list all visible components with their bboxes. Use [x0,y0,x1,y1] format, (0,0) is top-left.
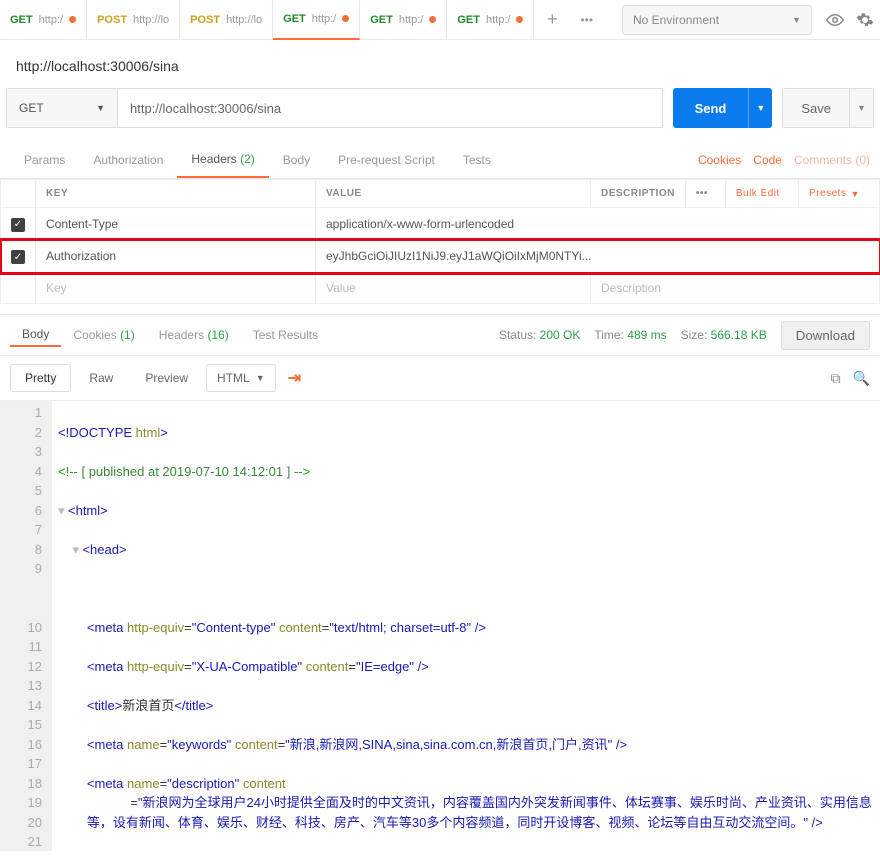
size-value: 566.18 KB [711,328,767,342]
settings-gear-icon[interactable] [850,5,880,35]
request-tab[interactable]: POSThttp://lo [87,0,180,40]
header-row[interactable]: ✓ Content-Type application/x-www-form-ur… [1,208,880,241]
request-tab[interactable]: GEThttp:/ [0,0,87,40]
status-value: 200 OK [540,328,581,342]
save-button[interactable]: Save [782,88,850,128]
request-tab[interactable]: GEThttp:/ [447,0,534,40]
wrap-lines-icon[interactable]: ⇥ [280,368,309,388]
environment-select[interactable]: No Environment▼ [622,5,812,35]
response-code-view[interactable]: 1234567891011121314151617181920212223 <!… [0,401,880,851]
col-key: KEY [36,180,316,208]
tab-body[interactable]: Body [269,143,324,177]
col-description: DESCRIPTION [591,180,686,208]
code-link[interactable]: Code [753,153,782,167]
tab-tests[interactable]: Tests [449,143,505,177]
header-row-highlighted[interactable]: ✓ Authorization eyJhbGciOiJIUzI1NiJ9.eyJ… [1,240,880,273]
response-tab-body[interactable]: Body [10,323,61,347]
save-dropdown[interactable]: ▼ [850,88,874,128]
headers-table: KEY VALUE DESCRIPTION ••• Bulk Edit Pres… [0,179,880,304]
viewer-pretty[interactable]: Pretty [10,364,71,392]
search-icon[interactable]: 🔍 [853,370,870,387]
time-value: 489 ms [627,328,666,342]
bulk-edit-link[interactable]: Bulk Edit [736,188,780,199]
request-tab-active[interactable]: GEThttp:/ [273,0,360,40]
checkbox-icon[interactable]: ✓ [11,218,25,232]
tab-overflow-button[interactable]: ••• [570,13,603,27]
viewer-raw[interactable]: Raw [75,365,127,391]
response-tab-cookies[interactable]: Cookies (1) [61,324,146,346]
col-value: VALUE [316,180,591,208]
environment-preview-icon[interactable] [820,5,850,35]
copy-icon[interactable]: ⧉ [831,370,841,387]
tab-authorization[interactable]: Authorization [79,143,177,177]
tab-headers[interactable]: Headers (2) [177,142,268,178]
cookies-link[interactable]: Cookies [698,153,741,167]
tab-params[interactable]: Params [10,143,79,177]
send-button[interactable]: Send [673,88,749,128]
checkbox-icon[interactable]: ✓ [11,250,25,264]
url-input[interactable] [118,88,663,128]
comments-link[interactable]: Comments (0) [794,153,870,167]
request-title: http://localhost:30006/sina [0,40,880,88]
presets-dropdown[interactable]: Presets▼ [809,188,860,199]
response-tab-headers[interactable]: Headers (16) [147,324,241,346]
viewer-format-select[interactable]: HTML▼ [206,364,276,392]
new-tab-button[interactable]: + [534,9,570,30]
tab-prerequest[interactable]: Pre-request Script [324,143,449,177]
response-tab-testresults[interactable]: Test Results [241,324,330,346]
request-tab[interactable]: GEThttp:/ [360,0,447,40]
send-dropdown[interactable]: ▼ [748,88,772,128]
download-button[interactable]: Download [781,321,870,350]
header-row-new[interactable]: Key Value Description [1,273,880,304]
viewer-preview[interactable]: Preview [131,365,202,391]
request-tab[interactable]: POSThttp://lo [180,0,273,40]
col-more[interactable]: ••• [685,180,725,208]
method-select[interactable]: GET▼ [6,88,118,128]
